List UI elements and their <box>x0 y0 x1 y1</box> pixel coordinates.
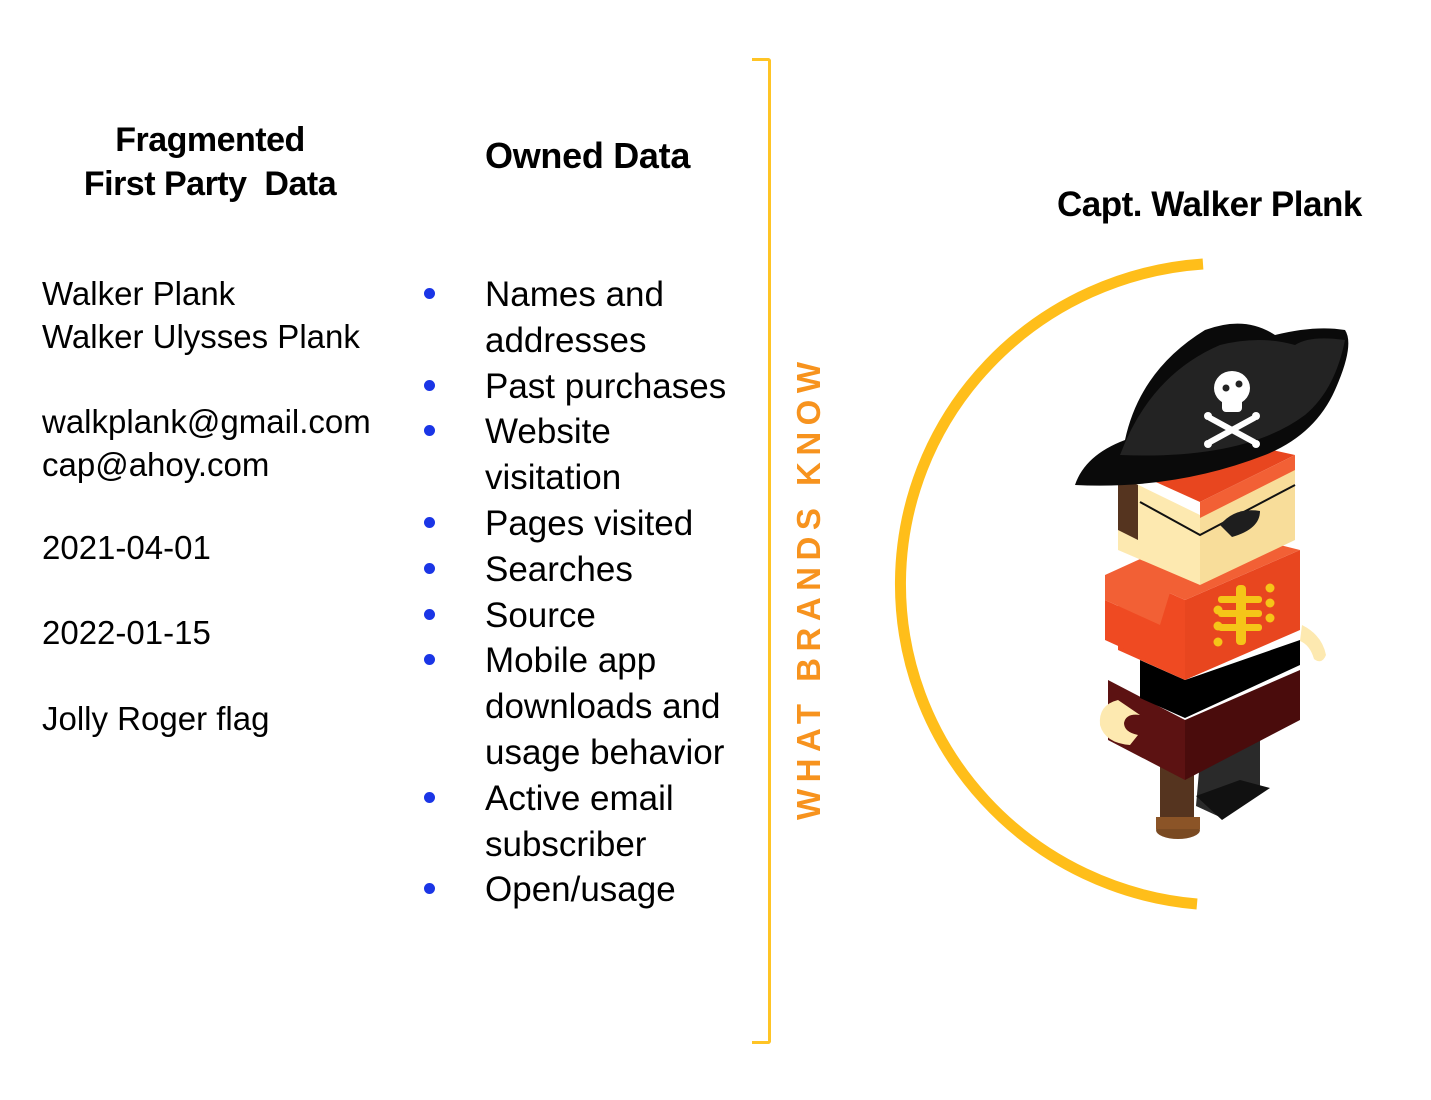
item-line: Pages visited <box>485 503 694 543</box>
list-item: Searches <box>418 547 768 593</box>
item-line: Website <box>485 412 611 452</box>
list-item: Open/usage <box>418 867 768 913</box>
fragment-value: 2022-01-15 <box>42 614 211 651</box>
fragment-value: Jolly Roger flag <box>42 700 270 737</box>
item-line: Active email <box>485 778 674 818</box>
fragmented-group-date-1: 2021-04-01 <box>42 526 211 569</box>
bullet-icon <box>424 608 435 620</box>
bullet-icon <box>424 516 435 528</box>
item-line: Searches <box>485 549 633 589</box>
item-line: downloads and <box>485 687 721 727</box>
fragmented-group-names: Walker Plank Walker Ulysses Plank <box>42 272 360 358</box>
fragmented-group-date-2: 2022-01-15 <box>42 611 211 654</box>
fragment-value: Walker Plank <box>42 275 236 312</box>
item-line: Source <box>485 595 596 635</box>
bullet-icon <box>424 562 435 574</box>
fragmented-group-emails: walkplank@gmail.com cap@ahoy.com <box>42 400 371 486</box>
list-item: Mobile app downloads and usage behavior <box>418 638 768 775</box>
list-item: Names and addresses <box>418 272 768 364</box>
fragment-value: cap@ahoy.com <box>42 446 270 483</box>
fragment-value: walkplank@gmail.com <box>42 403 371 440</box>
fragment-value: 2021-04-01 <box>42 529 211 566</box>
item-line: Names and <box>485 275 664 314</box>
item-line: addresses <box>485 320 647 360</box>
list-item: Active email subscriber <box>418 776 768 868</box>
fragmented-data-heading: Fragmented First Party Data <box>40 118 380 206</box>
item-line: Past purchases <box>485 366 727 406</box>
list-item: Source <box>418 593 768 639</box>
item-line: usage behavior <box>485 732 725 772</box>
bracket-divider <box>752 58 771 1044</box>
bullet-icon <box>424 654 435 666</box>
item-line: subscriber <box>485 824 647 864</box>
what-brands-know-label: WHAT BRANDS KNOW <box>790 355 827 820</box>
owned-data-heading: Owned Data <box>485 135 691 176</box>
bullet-icon <box>424 883 435 895</box>
fragmented-group-interest: Jolly Roger flag <box>42 697 269 740</box>
bullet-icon <box>424 379 435 391</box>
item-line: Open/usage <box>485 870 676 910</box>
heading-line: First Party Data <box>83 165 337 203</box>
list-item: Pages visited <box>418 501 768 547</box>
item-line: visitation <box>485 458 622 498</box>
list-item: Past purchases <box>418 364 768 410</box>
persona-name: Capt. Walker Plank <box>1057 185 1362 224</box>
heading-line: Fragmented <box>115 121 305 159</box>
owned-data-list: Names and addresses Past purchases Websit… <box>418 272 768 913</box>
bullet-icon <box>424 288 435 299</box>
list-item: Website visitation <box>418 409 768 501</box>
fragment-value: Walker Ulysses Plank <box>42 318 360 355</box>
bullet-icon <box>424 425 435 437</box>
pirate-illustration <box>894 258 1349 910</box>
item-line: Mobile app <box>485 641 657 681</box>
pirate-character-icon <box>1075 323 1349 839</box>
bullet-icon <box>424 791 435 803</box>
